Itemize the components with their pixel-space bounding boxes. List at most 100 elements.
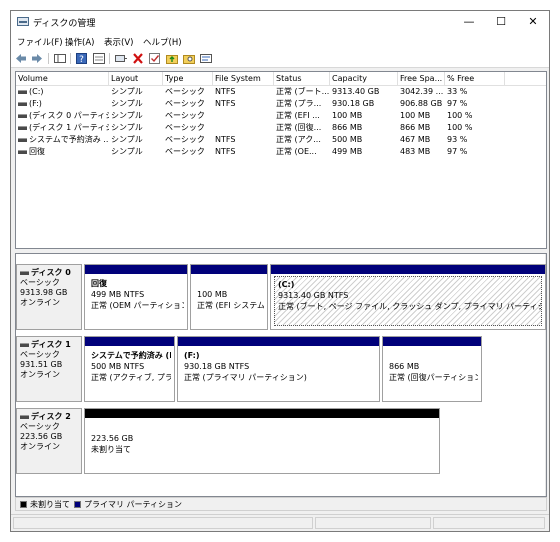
partition-name — [197, 278, 261, 289]
close-button[interactable]: ✕ — [517, 11, 549, 33]
column-header-status[interactable]: Status — [274, 72, 330, 85]
free-cell: 467 MB — [400, 135, 431, 144]
partition-efi[interactable]: 100 MB 正常 (EFI システム / — [190, 264, 268, 330]
status-segment — [315, 517, 431, 529]
menu-action[interactable]: 操作(A) — [65, 36, 94, 48]
column-header-file-system[interactable]: File System — [213, 72, 274, 85]
capacity-cell: 500 MB — [332, 135, 363, 144]
disk-1-info[interactable]: ディスク 1 ベーシック 931.51 GB オンライン — [16, 336, 82, 402]
search-folder-icon[interactable] — [182, 52, 196, 65]
partition-recovery[interactable]: 回復 499 MB NTFS 正常 (OEM パーティション) — [84, 264, 188, 330]
column-header-layout[interactable]: Layout — [109, 72, 163, 85]
disk-state: オンライン — [20, 298, 60, 307]
fs-cell — [213, 110, 274, 122]
partition-f[interactable]: (F:) 930.18 GB NTFS 正常 (プライマリ パーティション) — [177, 336, 380, 402]
drive-icon — [18, 125, 27, 130]
partition-name: (C:) — [278, 280, 295, 289]
svg-text:?: ? — [79, 55, 84, 65]
menu-help[interactable]: ヘルプ(H) — [143, 36, 182, 48]
drive-icon — [18, 137, 27, 142]
partition-body: 223.56 GB 未割り当て — [88, 420, 436, 470]
menu-file[interactable]: ファイル(F) — [17, 36, 63, 48]
status-cell: 正常 (ブート... — [276, 87, 330, 96]
partition-name — [91, 422, 433, 433]
delete-icon[interactable] — [131, 52, 145, 65]
up-folder-icon[interactable] — [165, 52, 179, 65]
disk-2-info[interactable]: ディスク 2 ベーシック 223.56 GB オンライン — [16, 408, 82, 474]
status-cell: 正常 (アク... — [276, 135, 321, 144]
partition-size: 930.18 GB NTFS — [184, 362, 250, 371]
volume-row[interactable]: (ディスク 1 パーティシ... シンプル ベーシック 正常 (回復... 86… — [16, 122, 546, 134]
disk-graph-view[interactable]: ディスク 0 ベーシック 9313.98 GB オンライン 回復 499 MB … — [15, 253, 547, 497]
partition-size: 866 MB — [389, 362, 420, 371]
status-cell: 正常 (プラ... — [276, 99, 322, 108]
disk-size: 931.51 GB — [20, 360, 63, 369]
column-header-free-space[interactable]: Free Spa... — [398, 72, 445, 85]
status-cell: 正常 (回復... — [276, 123, 322, 132]
free-cell: 100 MB — [400, 111, 431, 120]
partition-c[interactable]: (C:) 9313.40 GB NTFS 正常 (ブート, ページ ファイル, … — [270, 264, 546, 330]
partition-bar — [383, 337, 481, 346]
partition-recovery-disk1[interactable]: 866 MB 正常 (回復パーティション) — [382, 336, 482, 402]
free-cell: 3042.39 ... — [400, 87, 444, 96]
volume-row[interactable]: 回復 シンプル ベーシック NTFS 正常 (OE... 499 MB 483 … — [16, 146, 546, 158]
legend-primary: プライマリ パーティション — [84, 500, 183, 509]
disk-size: 223.56 GB — [20, 432, 63, 441]
disk-size: 9313.98 GB — [20, 288, 68, 297]
partition-name — [389, 350, 475, 361]
volume-row[interactable]: (C:) シンプル ベーシック NTFS 正常 (ブート... 9313.40 … — [16, 86, 546, 98]
menu-bar: ファイル(F) 操作(A) 表示(V) ヘルプ(H) — [11, 33, 549, 50]
window-title: ディスクの管理 — [33, 19, 96, 29]
partition-body: システムで予約済み (D 500 MB NTFS 正常 (アクティブ, プライマ — [88, 348, 171, 398]
partition-body-selected: (C:) 9313.40 GB NTFS 正常 (ブート, ページ ファイル, … — [274, 276, 542, 326]
column-header-volume[interactable]: Volume — [16, 72, 109, 85]
help-icon[interactable]: ? — [75, 52, 89, 65]
minimize-button[interactable]: — — [453, 11, 485, 33]
view-icon[interactable] — [199, 52, 213, 65]
pct-cell: 100 % — [447, 123, 473, 132]
volume-cell: (ディスク 1 パーティシ... — [16, 122, 109, 134]
status-cell: 正常 (OE... — [276, 147, 317, 156]
pct-cell: 100 % — [447, 111, 473, 120]
volume-row[interactable]: (ディスク 0 パーティシ... シンプル ベーシック 正常 (EFI ... … — [16, 110, 546, 122]
maximize-button[interactable]: ☐ — [485, 11, 517, 33]
back-arrow-icon[interactable] — [14, 52, 28, 65]
volume-name: 回復 — [29, 147, 45, 156]
disk-0-info[interactable]: ディスク 0 ベーシック 9313.98 GB オンライン — [16, 264, 82, 330]
disk-name: ディスク 1 — [31, 340, 71, 349]
volume-name: (ディスク 0 パーティシ... — [29, 111, 109, 120]
volume-row[interactable]: (F:) シンプル ベーシック NTFS 正常 (プラ... 930.18 GB… — [16, 98, 546, 110]
volume-row[interactable]: システムで予約済み ... シンプル ベーシック NTFS 正常 (アク... … — [16, 134, 546, 146]
layout-cell: シンプル — [111, 111, 143, 120]
partition-size: 223.56 GB — [91, 434, 134, 443]
properties-icon[interactable] — [92, 52, 106, 65]
volume-cell: (C:) — [16, 86, 109, 98]
pct-cell: 97 % — [447, 147, 468, 156]
layout-cell: シンプル — [111, 87, 143, 96]
title-bar[interactable]: ディスクの管理 — ☐ ✕ — [11, 11, 549, 33]
volume-list[interactable]: Volume Layout Type File System Status Ca… — [15, 71, 547, 249]
type-cell: ベーシック — [165, 111, 205, 120]
partition-system-reserved[interactable]: システムで予約済み (D 500 MB NTFS 正常 (アクティブ, プライマ — [84, 336, 175, 402]
partition-bar — [85, 337, 174, 346]
toolbar: ? — [11, 50, 549, 68]
disk-name: ディスク 0 — [31, 268, 71, 277]
column-header-capacity[interactable]: Capacity — [330, 72, 398, 85]
connect-icon[interactable] — [114, 52, 128, 65]
partition-unallocated[interactable]: 223.56 GB 未割り当て — [84, 408, 440, 474]
drive-icon — [18, 101, 27, 106]
partition-status: 正常 (ブート, ページ ファイル, クラッシュ ダンプ, プライマリ パーティ… — [278, 302, 542, 311]
partition-size: 100 MB — [197, 290, 228, 299]
forward-arrow-icon[interactable] — [30, 52, 44, 65]
disk-management-window: ディスクの管理 — ☐ ✕ ファイル(F) 操作(A) 表示(V) ヘルプ(H)… — [10, 10, 550, 532]
menu-view[interactable]: 表示(V) — [104, 36, 133, 48]
drive-icon — [18, 89, 27, 94]
capacity-cell: 930.18 GB — [332, 99, 375, 108]
check-icon[interactable] — [148, 52, 162, 65]
console-tree-icon[interactable] — [53, 52, 67, 65]
disk-state: オンライン — [20, 442, 60, 451]
column-header-pct-free[interactable]: % Free — [445, 72, 505, 85]
column-header-type[interactable]: Type — [163, 72, 213, 85]
volume-name: (F:) — [29, 99, 42, 108]
fs-cell: NTFS — [215, 99, 236, 108]
